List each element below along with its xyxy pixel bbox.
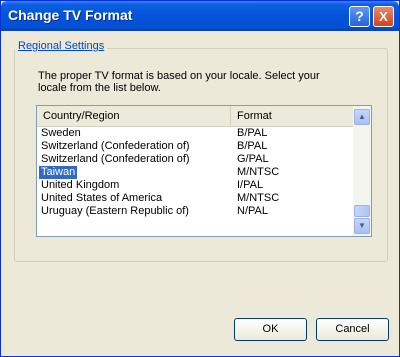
group-legend: Regional Settings	[15, 40, 108, 52]
list-item[interactable]: Switzerland (Confederation of) G/PAL	[37, 153, 353, 166]
country-cell: Switzerland (Confederation of)	[41, 153, 190, 165]
description-text: The proper TV format is based on your lo…	[38, 70, 320, 94]
vertical-scrollbar[interactable]: ▲ ▼	[353, 106, 371, 236]
format-cell: B/PAL	[237, 127, 268, 139]
ok-button[interactable]: OK	[234, 318, 307, 341]
cancel-button[interactable]: Cancel	[316, 318, 389, 341]
help-button[interactable]: ?	[349, 6, 370, 27]
format-cell: G/PAL	[237, 153, 269, 165]
column-header-country[interactable]: Country/Region	[37, 106, 231, 126]
list-item[interactable]: Taiwan M/NTSC	[37, 166, 353, 179]
list-item[interactable]: Uruguay (Eastern Republic of) N/PAL	[37, 205, 353, 218]
close-button[interactable]: X	[373, 6, 394, 27]
list-rows: Sweden B/PAL Switzerland (Confederation of…	[37, 127, 353, 218]
column-header-format[interactable]: Format	[231, 106, 353, 126]
country-format-list[interactable]: Country/Region Format Sweden B/PAL Switzer…	[36, 105, 372, 237]
scroll-down-button[interactable]: ▼	[354, 218, 370, 234]
country-cell: Switzerland (Confederation of)	[41, 140, 190, 152]
format-cell: M/NTSC	[237, 166, 280, 178]
format-cell: M/NTSC	[237, 192, 280, 204]
window-title: Change TV Format	[8, 7, 133, 23]
chevron-up-icon: ▲	[358, 112, 366, 121]
title-bar[interactable]: Change TV Format ? X	[1, 1, 399, 31]
format-cell: N/PAL	[237, 205, 268, 217]
list-item[interactable]: Switzerland (Confederation of) B/PAL	[37, 140, 353, 153]
scroll-thumb[interactable]	[354, 205, 370, 217]
country-cell: Sweden	[41, 127, 81, 139]
country-cell: Taiwan	[39, 166, 78, 179]
country-cell: United Kingdom	[41, 179, 120, 191]
dialog-window: Change TV Format ? X Regional Settings T…	[0, 0, 400, 357]
scroll-up-button[interactable]: ▲	[354, 109, 370, 125]
list-header: Country/Region Format	[37, 106, 353, 127]
country-cell: Uruguay (Eastern Republic of)	[41, 205, 189, 217]
list-item[interactable]: United States of America M/NTSC	[37, 192, 353, 205]
list-item[interactable]: United Kingdom I/PAL	[37, 179, 353, 192]
country-cell: United States of America	[41, 192, 163, 204]
help-icon: ?	[355, 8, 364, 24]
chevron-down-icon: ▼	[358, 221, 366, 230]
close-icon: X	[379, 9, 388, 24]
format-cell: I/PAL	[237, 179, 264, 191]
list-item[interactable]: Sweden B/PAL	[37, 127, 353, 140]
format-cell: B/PAL	[237, 140, 268, 152]
